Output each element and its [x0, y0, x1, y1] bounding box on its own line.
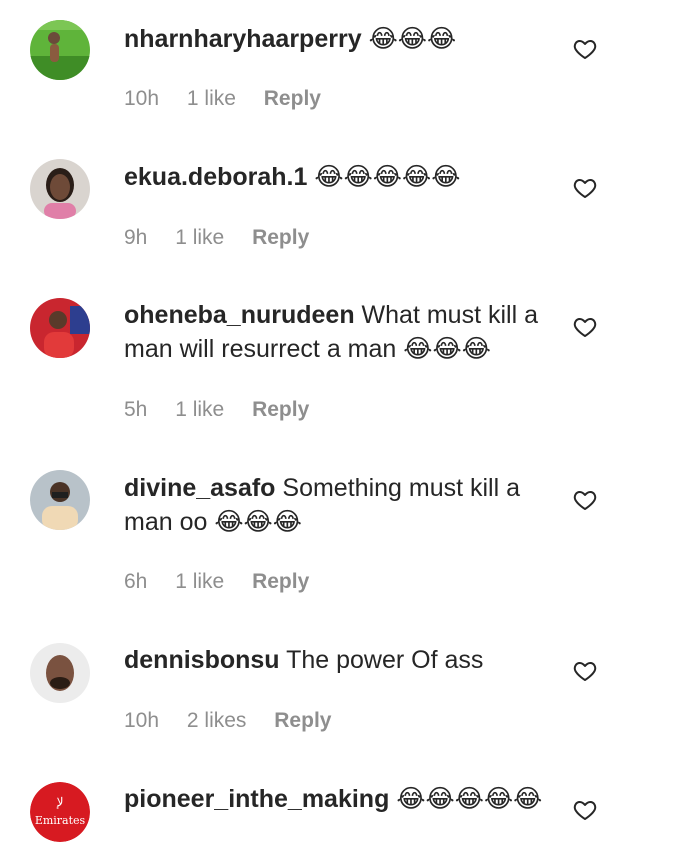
avatar-image [30, 159, 90, 219]
comment-likes[interactable]: 1 like [175, 226, 224, 249]
emirates-logo-avatar: ﻹ Emirates [30, 782, 90, 842]
avatar[interactable] [30, 159, 90, 219]
comment-body: ekua.deborah.1 😂😂😂😂😂 [124, 160, 554, 194]
comment-username[interactable]: divine_asafo [124, 474, 275, 502]
comment-likes[interactable]: 1 like [175, 570, 224, 593]
comment-meta: 10h 1 like Reply [124, 87, 321, 111]
avatar-image [30, 470, 90, 530]
comment-emoji: 😂😂😂😂😂 [314, 163, 461, 191]
emirates-logo-text: Emirates [35, 814, 86, 827]
comment-time: 5h [124, 398, 148, 421]
heart-outline-icon[interactable] [573, 37, 597, 61]
heart-outline-icon[interactable] [573, 315, 597, 339]
avatar-image [30, 643, 90, 703]
reply-button[interactable]: Reply [252, 398, 309, 421]
heart-outline-icon[interactable] [573, 659, 597, 683]
avatar-image [30, 20, 90, 80]
comment-emoji: 😂😂😂😂😂 [396, 785, 543, 813]
avatar[interactable] [30, 470, 90, 530]
heart-outline-icon[interactable] [573, 798, 597, 822]
comment-username[interactable]: pioneer_inthe_making [124, 785, 389, 813]
comment-emoji: 😂😂😂 [214, 508, 302, 536]
comment-meta: 10h 2 likes Reply [124, 709, 331, 733]
comment-emoji: 😂😂😂 [403, 335, 491, 363]
svg-text:ﻹ: ﻹ [57, 795, 64, 810]
reply-button[interactable]: Reply [252, 570, 309, 593]
avatar-image [30, 298, 90, 358]
heart-outline-icon[interactable] [573, 488, 597, 512]
comment-meta: 9h 1 like Reply [124, 226, 309, 250]
avatar[interactable] [30, 643, 90, 703]
comment-body: oheneba_nurudeen What must kill a man wi… [124, 298, 554, 366]
comment-meta: 5h 1 like Reply [124, 398, 309, 422]
reply-button[interactable]: Reply [264, 87, 321, 110]
reply-button[interactable]: Reply [252, 226, 309, 249]
reply-button[interactable]: Reply [274, 709, 331, 732]
comment-time: 9h [124, 226, 148, 249]
comment-body: dennisbonsu The power Of ass [124, 643, 554, 677]
comment-body: pioneer_inthe_making 😂😂😂😂😂 [124, 782, 554, 816]
comment-likes[interactable]: 1 like [187, 87, 236, 110]
avatar[interactable] [30, 298, 90, 358]
comment-time: 6h [124, 570, 148, 593]
comment-time: 10h [124, 709, 160, 732]
comment-emoji: 😂😂😂 [368, 25, 457, 53]
comment-username[interactable]: nharnharyhaarperry [124, 25, 362, 53]
avatar[interactable]: ﻹ Emirates [30, 782, 90, 842]
comment-username[interactable]: ekua.deborah.1 [124, 163, 307, 191]
comment-likes[interactable]: 2 likes [187, 709, 247, 732]
comment-username[interactable]: oheneba_nurudeen [124, 301, 355, 329]
comment-text: The power Of ass [286, 646, 484, 674]
comment-likes[interactable]: 1 like [175, 398, 224, 421]
comment-time: 10h [124, 87, 160, 110]
comment-meta: 6h 1 like Reply [124, 570, 309, 594]
comment-body: nharnharyhaarperry 😂😂😂 [124, 22, 554, 56]
comment-body: divine_asafo Something must kill a man o… [124, 471, 554, 539]
comment-username[interactable]: dennisbonsu [124, 646, 280, 674]
heart-outline-icon[interactable] [573, 176, 597, 200]
avatar[interactable] [30, 20, 90, 80]
